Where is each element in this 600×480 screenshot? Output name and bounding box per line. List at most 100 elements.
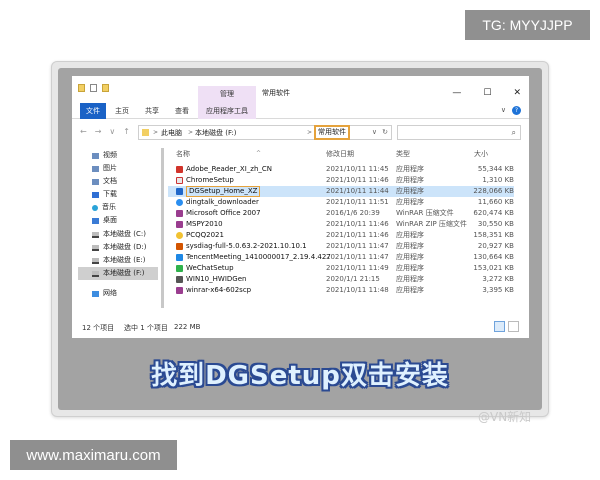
file-date: 2021/10/11 11:45 xyxy=(326,165,389,173)
archive-icon xyxy=(176,221,183,228)
file-row[interactable]: MSPY2010 2021/10/11 11:46 WinRAR ZIP 压缩文件 3… xyxy=(168,219,514,230)
file-row[interactable]: winrar-x64-602scp 2021/10/11 11:48 应用程序 3,3… xyxy=(168,285,514,296)
column-header-size[interactable]: 大小 xyxy=(474,148,488,160)
sidebar-item-drive-d[interactable]: 本地磁盘 (D:) xyxy=(92,241,146,254)
file-date: 2021/10/11 11:44 xyxy=(326,187,389,195)
file-row[interactable]: Adobe_Reader_XI_zh_CN 2021/10/11 11:45 应用程… xyxy=(168,164,514,175)
address-bar-row: ← → ∨ ↑ > 此电脑 > 本地磁盘 (F:) > 常用软件 ∨ ↻ ⌕ xyxy=(72,119,529,144)
sidebar-item-pictures[interactable]: 图片 xyxy=(92,162,117,175)
tab-view[interactable]: 查看 xyxy=(175,103,189,119)
close-button[interactable]: ✕ xyxy=(513,88,521,98)
file-row[interactable]: dingtalk_downloader 2021/10/11 11:51 应用程序 1… xyxy=(168,197,514,208)
file-size: 620,474 KB xyxy=(473,209,514,217)
file-row[interactable]: TencentMeeting_1410000017_2.19.4.427 2021… xyxy=(168,252,514,263)
file-row[interactable]: Microsoft Office 2007 2016/1/6 20:39 WinRA… xyxy=(168,208,514,219)
qq-icon xyxy=(176,232,183,239)
tab-application-tools[interactable]: 应用程序工具 xyxy=(198,103,256,119)
file-name: WIN10_HWIDGen xyxy=(186,275,247,283)
minimize-button[interactable]: — xyxy=(452,88,461,98)
file-row[interactable]: sysdiag-full-5.0.63.2-2021.10.10.1 2021/1… xyxy=(168,241,514,252)
file-type: WinRAR 压缩文件 xyxy=(396,209,454,217)
folder-icon xyxy=(142,129,149,136)
sidebar-item-downloads[interactable]: 下载 xyxy=(92,188,117,201)
column-header-date[interactable]: 修改日期 xyxy=(326,148,354,160)
breadcrumb-drive-f[interactable]: 本地磁盘 (F:) xyxy=(195,128,237,138)
new-folder-icon[interactable] xyxy=(102,84,109,92)
sidebar-item-drive-f[interactable]: 本地磁盘 (F:) xyxy=(78,267,158,280)
pictures-icon xyxy=(92,165,99,172)
recent-dropdown-icon[interactable]: ∨ xyxy=(109,127,115,136)
file-date: 2016/1/6 20:39 xyxy=(326,209,380,217)
application-icon xyxy=(176,276,183,283)
search-input[interactable]: ⌕ xyxy=(397,125,521,140)
sidebar-item-label: 本地磁盘 (C:) xyxy=(103,230,146,238)
sidebar-item-drive-e[interactable]: 本地磁盘 (E:) xyxy=(92,254,145,267)
sidebar-scrollbar[interactable] xyxy=(161,148,164,308)
sidebar-item-label: 桌面 xyxy=(103,216,117,224)
file-row[interactable]: ChromeSetup 2021/10/11 11:46 应用程序 1,310 KB xyxy=(168,175,514,186)
sidebar-item-network[interactable]: 网络 xyxy=(92,287,117,300)
file-type: 应用程序 xyxy=(396,176,424,184)
file-type: 应用程序 xyxy=(396,275,424,283)
sidebar-item-drive-c[interactable]: 本地磁盘 (C:) xyxy=(92,228,146,241)
file-date: 2021/10/11 11:47 xyxy=(326,242,389,250)
help-icon[interactable]: ? xyxy=(512,106,521,115)
manage-context-tab[interactable]: 管理 xyxy=(198,86,256,103)
video-icon xyxy=(92,152,99,159)
back-icon[interactable]: ← xyxy=(80,127,87,136)
view-buttons xyxy=(494,321,519,332)
file-row[interactable]: WIN10_HWIDGen 2020/1/1 21:15 应用程序 3,272 KB xyxy=(168,274,514,285)
large-icons-view-icon[interactable] xyxy=(508,321,519,332)
sidebar-item-label: 图片 xyxy=(103,164,117,172)
sidebar-item-label: 本地磁盘 (E:) xyxy=(103,256,146,264)
watermark: @VN新知 xyxy=(478,410,532,424)
file-date: 2021/10/11 11:49 xyxy=(326,264,389,272)
file-row-selected[interactable]: DGSetup_Home_XZ 2021/10/11 11:44 应用程序 228,0… xyxy=(168,186,514,197)
forward-icon[interactable]: → xyxy=(95,127,102,136)
quick-access-toolbar xyxy=(78,84,109,92)
address-dropdown-icon[interactable]: ∨ xyxy=(372,128,377,136)
window-title: 常用软件 xyxy=(262,89,290,97)
sidebar-item-desktop[interactable]: 桌面 xyxy=(92,214,117,227)
file-row[interactable]: WeChatSetup 2021/10/11 11:49 应用程序 153,021 K… xyxy=(168,263,514,274)
up-icon[interactable]: ↑ xyxy=(123,127,130,136)
sidebar-item-label: 下载 xyxy=(103,190,117,198)
folder-icon[interactable] xyxy=(78,84,85,92)
file-size: 1,310 KB xyxy=(482,176,514,184)
file-date: 2020/1/1 21:15 xyxy=(326,275,380,283)
tab-file[interactable]: 文件 xyxy=(80,103,106,119)
sort-arrow-icon: ^ xyxy=(256,150,262,157)
maximize-button[interactable]: ☐ xyxy=(483,88,491,98)
breadcrumb-common-software[interactable]: 常用软件 xyxy=(314,125,350,140)
ribbon-expand-icon[interactable]: ∨ xyxy=(501,106,506,115)
column-header-name[interactable]: 名称 xyxy=(176,148,190,160)
details-view-icon[interactable] xyxy=(494,321,505,332)
sidebar-item-music[interactable]: 音乐 xyxy=(92,201,116,214)
address-bar[interactable]: > 此电脑 > 本地磁盘 (F:) > 常用软件 ∨ ↻ xyxy=(138,125,392,140)
column-header-type[interactable]: 类型 xyxy=(396,148,410,160)
file-size: 228,066 KB xyxy=(473,187,514,195)
file-type: 应用程序 xyxy=(396,253,424,261)
ribbon: 文件 主页 共享 查看 应用程序工具 ∨ ? xyxy=(72,103,529,119)
file-date: 2021/10/11 11:46 xyxy=(326,231,389,239)
sidebar-item-videos[interactable]: 视频 xyxy=(92,149,117,162)
file-name: winrar-x64-602scp xyxy=(186,286,252,294)
sidebar-item-documents[interactable]: 文档 xyxy=(92,175,117,188)
file-size: 3,272 KB xyxy=(482,275,514,283)
properties-icon[interactable] xyxy=(90,84,97,92)
file-size: 3,395 KB xyxy=(482,286,514,294)
file-name: PCQQ2021 xyxy=(186,231,224,239)
file-date: 2021/10/11 11:51 xyxy=(326,198,389,206)
url-badge: www.maximaru.com xyxy=(10,440,177,470)
file-type: 应用程序 xyxy=(396,187,424,195)
breadcrumb-separator: > xyxy=(188,129,194,136)
documents-icon xyxy=(92,178,99,185)
tab-home[interactable]: 主页 xyxy=(115,103,129,119)
selected-size: 222 MB xyxy=(174,323,201,331)
drive-icon xyxy=(92,270,99,277)
tab-share[interactable]: 共享 xyxy=(145,103,159,119)
breadcrumb-this-pc[interactable]: 此电脑 xyxy=(161,128,182,138)
item-count: 12 个项目 xyxy=(82,324,115,332)
file-row[interactable]: PCQQ2021 2021/10/11 11:46 应用程序 158,351 KB xyxy=(168,230,514,241)
refresh-icon[interactable]: ↻ xyxy=(382,128,388,136)
